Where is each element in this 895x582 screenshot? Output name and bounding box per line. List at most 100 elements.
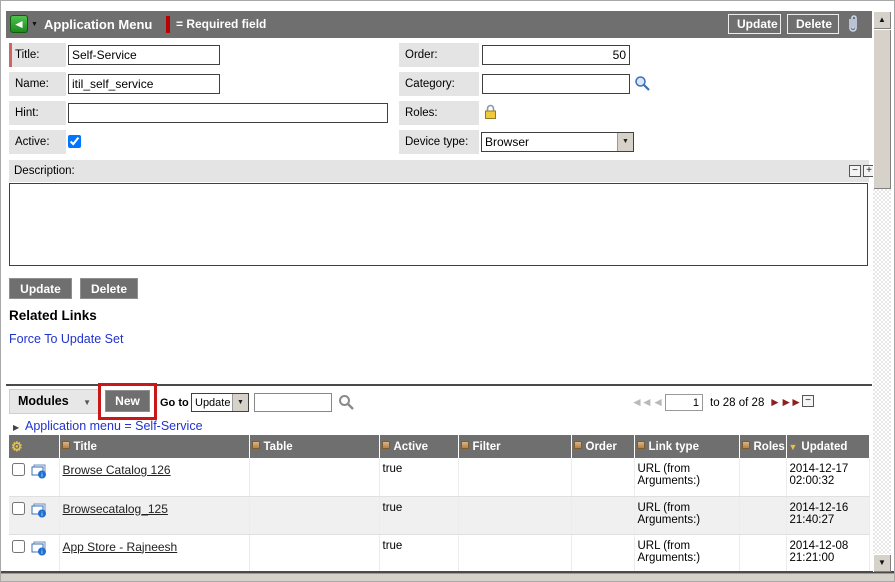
device-type-label: Device type:	[399, 130, 479, 154]
page-title: Application Menu	[44, 11, 152, 38]
pagination-first-prev-icons[interactable]: ◄◄ ◄	[631, 395, 662, 409]
column-field-icon	[461, 441, 469, 449]
modules-table: ⚙ TitleTableActiveFilterOrderLink typeRo…	[9, 435, 870, 573]
list-search-icon[interactable]	[338, 394, 355, 416]
cell-roles	[739, 496, 786, 534]
breadcrumb-link[interactable]: Application menu = Self-Service	[25, 419, 203, 433]
order-input[interactable]	[482, 45, 630, 65]
cell-filter	[458, 458, 571, 496]
sort-descending-icon: ▼	[789, 442, 798, 452]
application-menu-window: ◄ ▼ Application Menu = Required field Up…	[0, 0, 895, 582]
column-header-filter[interactable]: Filter	[458, 435, 571, 458]
category-label: Category:	[399, 72, 479, 96]
roles-label: Roles:	[399, 101, 479, 125]
attachment-paperclip-icon[interactable]	[846, 14, 860, 39]
cell-updated: 2014-12-08 21:21:00	[786, 534, 869, 572]
column-field-icon	[382, 441, 390, 449]
description-label: Description:	[14, 165, 75, 177]
horizontal-scroll-area[interactable]	[1, 573, 894, 582]
order-label: Order:	[399, 43, 479, 67]
category-lookup-icon[interactable]	[634, 75, 651, 97]
cell-table	[249, 458, 379, 496]
column-field-icon	[252, 441, 260, 449]
column-header-updated[interactable]: ▼Updated	[786, 435, 869, 458]
table-row: i Browsecatalog_125 true URL (from Argum…	[9, 496, 869, 534]
hint-input[interactable]	[68, 103, 388, 123]
description-collapse-icon[interactable]: −	[849, 165, 861, 177]
list-minimize-icon[interactable]: −	[802, 395, 814, 407]
active-checkbox[interactable]	[68, 135, 81, 148]
scroll-down-icon[interactable]: ▼	[873, 554, 891, 572]
pagination-next-last-icons[interactable]: ► ►►	[769, 395, 800, 409]
pagination-range-text: to 28 of 28	[710, 397, 764, 409]
row-checkbox[interactable]	[12, 540, 25, 553]
gear-icon: ⚙	[11, 439, 23, 454]
update-button[interactable]: Update	[9, 278, 72, 299]
cell-filter	[458, 534, 571, 572]
delete-button[interactable]: Delete	[80, 278, 138, 299]
roles-lock-icon[interactable]	[484, 104, 497, 125]
svg-text:i: i	[41, 511, 42, 518]
preview-icon[interactable]: i	[31, 503, 47, 521]
svg-text:i: i	[41, 472, 42, 479]
column-header-order[interactable]: Order	[571, 435, 634, 458]
update-button-header[interactable]: Update	[728, 14, 781, 34]
module-title-link[interactable]: App Store - Rajneesh	[63, 540, 178, 554]
cell-updated: 2014-12-17 02:00:32	[786, 458, 869, 496]
column-header-roles[interactable]: Roles	[739, 435, 786, 458]
row-checkbox[interactable]	[12, 502, 25, 515]
force-to-update-set-link[interactable]: Force To Update Set	[9, 332, 123, 346]
cell-order	[571, 496, 634, 534]
device-type-select[interactable]: Browser ▼	[481, 132, 634, 152]
hint-label: Hint:	[9, 101, 66, 125]
description-textarea[interactable]	[9, 183, 868, 266]
cell-updated: 2014-12-16 21:40:27	[786, 496, 869, 534]
name-input[interactable]	[68, 74, 220, 94]
module-title-link[interactable]: Browsecatalog_125	[63, 502, 168, 516]
column-header-link-type[interactable]: Link type	[634, 435, 739, 458]
modules-title-text: Modules	[18, 390, 69, 413]
breadcrumb-arrow-icon[interactable]: ▶	[13, 423, 19, 432]
cell-active: true	[379, 534, 458, 572]
cell-table	[249, 496, 379, 534]
goto-field-select[interactable]: Updated ▼	[191, 393, 249, 412]
form-header-bar: ◄ ▼ Application Menu = Required field Up…	[6, 11, 872, 38]
scrollbar-thumb[interactable]	[873, 29, 891, 189]
required-legend-marker	[166, 16, 170, 33]
delete-button-header[interactable]: Delete	[787, 14, 839, 34]
column-header-gear[interactable]: ⚙	[9, 435, 59, 458]
modules-list-title[interactable]: Modules ▼	[9, 389, 99, 414]
active-label: Active:	[9, 130, 66, 154]
cell-link-type: URL (from Arguments:)	[634, 534, 739, 572]
context-menu-caret-icon[interactable]: ▼	[31, 21, 38, 28]
column-field-icon	[637, 441, 645, 449]
goto-search-input[interactable]	[254, 393, 332, 412]
new-module-button[interactable]: New	[105, 390, 150, 412]
description-label-bar: Description: − +	[9, 160, 869, 182]
table-row: i App Store - Rajneesh true URL (from Ar…	[9, 534, 869, 572]
scroll-up-icon[interactable]: ▲	[873, 11, 891, 29]
column-header-active[interactable]: Active	[379, 435, 458, 458]
column-header-title[interactable]: Title	[59, 435, 249, 458]
name-label: Name:	[9, 72, 66, 96]
preview-icon[interactable]: i	[31, 541, 47, 559]
cell-link-type: URL (from Arguments:)	[634, 496, 739, 534]
vertical-scrollbar[interactable]: ▲ ▼	[873, 11, 891, 572]
section-separator	[6, 384, 872, 386]
column-field-icon	[574, 441, 582, 449]
table-row: i Browse Catalog 126 true URL (from Argu…	[9, 458, 869, 496]
back-icon[interactable]: ◄	[10, 15, 28, 33]
cell-link-type: URL (from Arguments:)	[634, 458, 739, 496]
column-header-table[interactable]: Table	[249, 435, 379, 458]
title-input[interactable]	[68, 45, 220, 65]
svg-text:i: i	[41, 549, 42, 556]
category-input[interactable]	[482, 74, 630, 94]
related-links-heading: Related Links	[9, 308, 97, 323]
module-title-link[interactable]: Browse Catalog 126	[63, 463, 171, 477]
required-legend-text: = Required field	[176, 11, 266, 38]
row-checkbox[interactable]	[12, 463, 25, 476]
pagination-page-input[interactable]	[665, 394, 703, 411]
column-field-icon	[62, 441, 70, 449]
preview-icon[interactable]: i	[31, 464, 47, 482]
cell-table	[249, 534, 379, 572]
